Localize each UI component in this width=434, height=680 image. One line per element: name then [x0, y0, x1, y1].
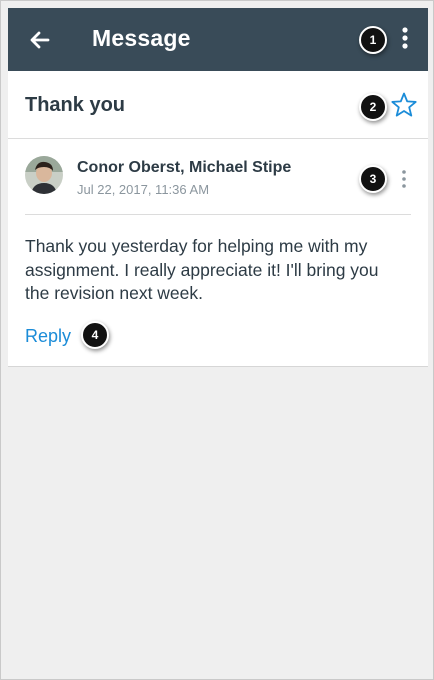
message-body-line: the revision next week. [25, 283, 204, 303]
page-title: Message [92, 25, 191, 51]
back-arrow-icon[interactable] [26, 26, 54, 54]
message-header: Conor Oberst, Michael Stipe Jul 22, 2017… [25, 155, 411, 215]
callout-marker-3: 3 [359, 165, 387, 193]
callout-marker-1: 1 [359, 26, 387, 54]
message-body-line: Thank you yesterday for helping me with … [25, 236, 368, 256]
conversation-subject: Thank you [25, 94, 126, 116]
message-body: Thank you yesterday for helping me with … [25, 235, 415, 306]
message-date: Jul 22, 2017, 11:36 AM [77, 182, 210, 197]
star-icon[interactable] [390, 91, 418, 119]
participants-names: Conor Oberst, Michael Stipe [77, 159, 292, 176]
avatar [25, 156, 63, 194]
message-body-line: assignment. I really appreciate it! I'll… [25, 259, 379, 280]
more-options-icon[interactable] [392, 25, 418, 53]
screen-frame: Message Thank you Conor Oberst, Michael … [0, 0, 434, 680]
reply-button[interactable]: Reply [25, 326, 71, 347]
callout-marker-2: 2 [359, 93, 387, 121]
callout-marker-4: 4 [81, 321, 109, 349]
message-options-icon[interactable] [397, 169, 411, 189]
